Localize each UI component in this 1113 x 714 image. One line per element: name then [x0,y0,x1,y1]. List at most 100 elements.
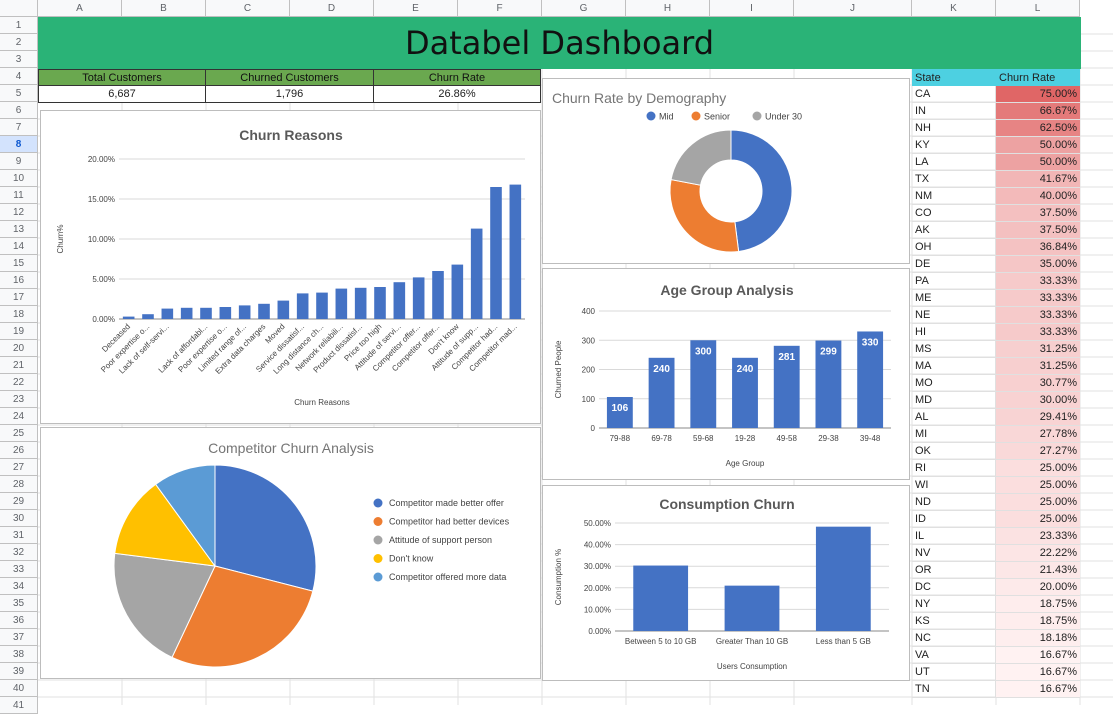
churn-rate-cell[interactable]: 23.33% [996,528,1080,545]
churn-demography-chart[interactable]: Churn Rate by Demography Mid Senior Under 3… [542,78,910,264]
churn-rate-cell[interactable]: 31.25% [996,341,1080,358]
state-cell[interactable]: AL [912,409,996,426]
churn-rate-cell[interactable]: 18.75% [996,613,1080,630]
column-header[interactable]: G [542,0,626,17]
state-cell[interactable]: NM [912,188,996,205]
pie-slice[interactable] [730,129,793,253]
bar[interactable] [490,187,502,319]
kpi-churn-rate-value[interactable]: 26.86% [373,86,541,103]
row-header[interactable]: 39 [0,663,38,680]
churn-rate-cell[interactable]: 36.84% [996,239,1080,256]
bar[interactable] [296,293,309,319]
row-header[interactable]: 10 [0,170,38,187]
age-group-chart[interactable]: Age Group Analysis 0 100 200 300 400 106 79-88 2… [542,268,910,480]
state-cell[interactable]: ID [912,511,996,528]
pie-slice[interactable] [670,129,732,186]
row-header[interactable]: 12 [0,204,38,221]
state-cell[interactable]: PA [912,273,996,290]
row-header[interactable]: 2 [0,34,38,51]
churn-rate-cell[interactable]: 62.50% [996,120,1080,137]
state-cell[interactable]: MA [912,358,996,375]
bar[interactable] [180,307,193,319]
row-header[interactable]: 14 [0,238,38,255]
state-cell[interactable]: CA [912,86,996,103]
state-cell[interactable]: MO [912,375,996,392]
churn-rate-cell[interactable]: 16.67% [996,647,1080,664]
churn-rate-cell[interactable]: 37.50% [996,222,1080,239]
row-header[interactable]: 37 [0,629,38,646]
churn-rate-cell[interactable]: 33.33% [996,290,1080,307]
churn-rate-cell[interactable]: 16.67% [996,664,1080,681]
row-header[interactable]: 31 [0,527,38,544]
row-header[interactable]: 17 [0,289,38,306]
bar[interactable] [354,287,367,319]
state-cell[interactable]: NV [912,545,996,562]
bar[interactable] [451,264,464,319]
row-header[interactable]: 30 [0,510,38,527]
state-cell[interactable]: TX [912,171,996,188]
row-header[interactable]: 29 [0,493,38,510]
churn-rate-cell[interactable]: 16.67% [996,681,1080,698]
churn-rate-cell[interactable]: 27.27% [996,443,1080,460]
state-cell[interactable]: DE [912,256,996,273]
row-header[interactable]: 18 [0,306,38,323]
churn-rate-column-header[interactable]: Churn Rate [996,69,1080,86]
churn-rate-cell[interactable]: 33.33% [996,273,1080,290]
competitor-churn-chart[interactable]: Competitor Churn Analysis Competitor made… [40,427,541,679]
column-header[interactable]: A [38,0,122,17]
row-header[interactable]: 23 [0,391,38,408]
state-cell[interactable]: NC [912,630,996,647]
row-header[interactable]: 22 [0,374,38,391]
churn-rate-cell[interactable]: 50.00% [996,137,1080,154]
churn-rate-cell[interactable]: 25.00% [996,494,1080,511]
bar[interactable] [258,303,270,319]
churn-rate-cell[interactable]: 30.77% [996,375,1080,392]
state-cell[interactable]: KY [912,137,996,154]
churn-rate-cell[interactable]: 22.22% [996,545,1080,562]
churn-rate-cell[interactable]: 75.00% [996,86,1080,103]
column-header[interactable]: I [710,0,794,17]
state-cell[interactable]: DC [912,579,996,596]
row-header[interactable]: 1 [0,17,38,34]
state-cell[interactable]: NE [912,307,996,324]
churn-rate-cell[interactable]: 37.50% [996,205,1080,222]
row-header[interactable]: 34 [0,578,38,595]
row-header[interactable]: 41 [0,697,38,714]
row-header[interactable]: 4 [0,68,38,85]
row-header[interactable]: 8 [0,136,38,153]
churn-rate-cell[interactable]: 25.00% [996,460,1080,477]
state-cell[interactable]: TN [912,681,996,698]
churn-rate-cell[interactable]: 33.33% [996,307,1080,324]
column-header[interactable]: J [794,0,912,17]
row-header[interactable]: 21 [0,357,38,374]
row-header[interactable]: 11 [0,187,38,204]
row-header[interactable]: 3 [0,51,38,68]
bar[interactable] [509,184,522,319]
row-header[interactable]: 19 [0,323,38,340]
churn-rate-cell[interactable]: 25.00% [996,477,1080,494]
churn-rate-cell[interactable]: 21.43% [996,562,1080,579]
churn-rate-cell[interactable]: 40.00% [996,188,1080,205]
state-cell[interactable]: RI [912,460,996,477]
state-cell[interactable]: OH [912,239,996,256]
row-header[interactable]: 26 [0,442,38,459]
churn-rate-cell[interactable]: 35.00% [996,256,1080,273]
state-cell[interactable]: IN [912,103,996,120]
bar[interactable] [142,314,154,319]
churn-rate-cell[interactable]: 29.41% [996,409,1080,426]
bar[interactable] [161,308,174,319]
row-header[interactable]: 40 [0,680,38,697]
kpi-total-customers-label[interactable]: Total Customers [38,69,206,86]
bar[interactable] [633,565,689,631]
bar[interactable] [815,526,871,631]
churn-rate-cell[interactable]: 30.00% [996,392,1080,409]
churn-rate-cell[interactable]: 41.67% [996,171,1080,188]
state-cell[interactable]: WI [912,477,996,494]
kpi-churned-customers-label[interactable]: Churned Customers [205,69,374,86]
churn-rate-cell[interactable]: 25.00% [996,511,1080,528]
column-header[interactable]: K [912,0,996,17]
state-cell[interactable]: ME [912,290,996,307]
bar[interactable] [122,316,135,319]
column-header[interactable]: H [626,0,710,17]
state-cell[interactable]: IL [912,528,996,545]
